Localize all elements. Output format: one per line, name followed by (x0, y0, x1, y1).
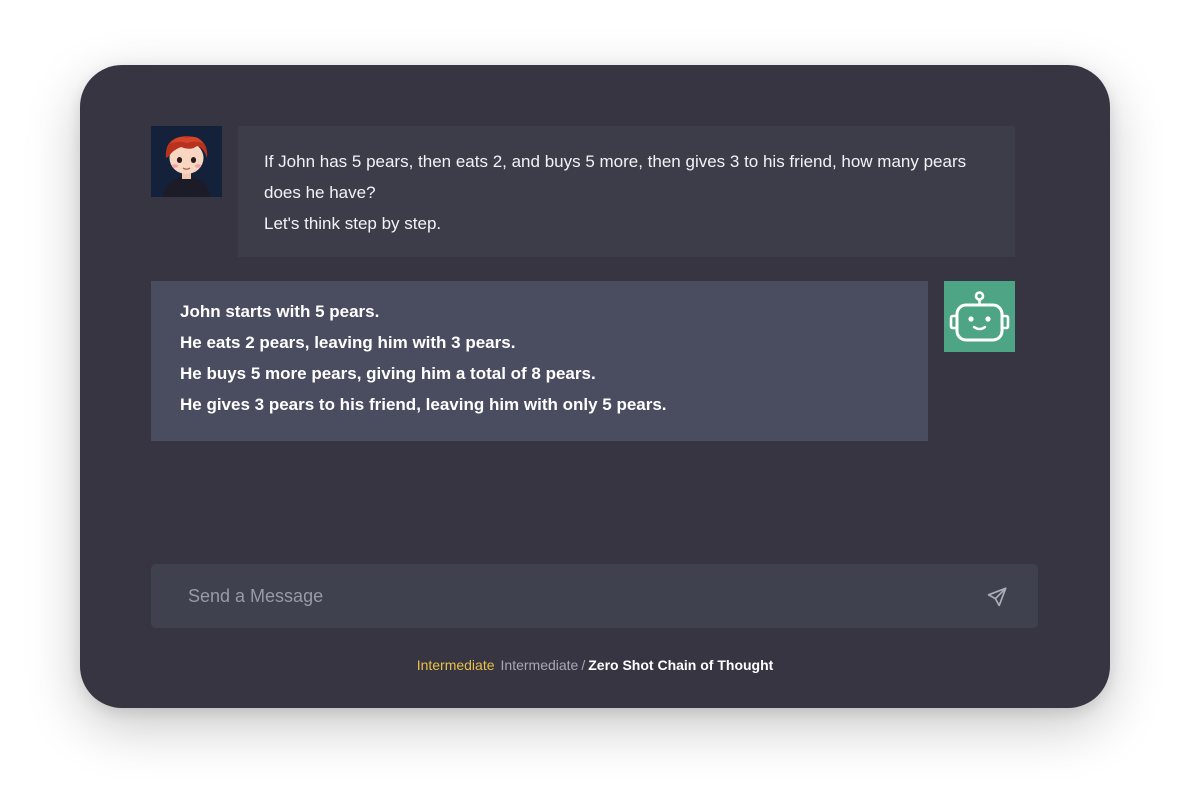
breadcrumb-separator: / (581, 657, 586, 673)
user-avatar (151, 126, 222, 197)
paper-plane-icon (987, 587, 1007, 607)
robot-icon (949, 291, 1010, 342)
user-message-line: Let's think step by step. (264, 214, 442, 233)
bot-message-bubble: John starts with 5 pears. He eats 2 pear… (151, 281, 928, 441)
bot-message-line: He buys 5 more pears, giving him a total… (180, 364, 596, 383)
user-message-bubble: If John has 5 pears, then eats 2, and bu… (238, 126, 1015, 257)
user-message-line: If John has 5 pears, then eats 2, and bu… (264, 152, 967, 202)
message-input[interactable] (151, 564, 971, 628)
bot-message-line: He gives 3 pears to his friend, leaving … (180, 395, 667, 414)
send-button[interactable] (984, 584, 1010, 610)
bot-avatar (944, 281, 1015, 352)
message-composer (151, 564, 1038, 628)
bot-message-line: John starts with 5 pears. (180, 302, 380, 321)
chat-card: If John has 5 pears, then eats 2, and bu… (80, 65, 1110, 708)
cartoon-boy-avatar-icon (151, 126, 222, 197)
breadcrumb-current: Zero Shot Chain of Thought (588, 657, 774, 673)
bot-message-line: He eats 2 pears, leaving him with 3 pear… (180, 333, 516, 352)
breadcrumb-parent-link[interactable]: Intermediate (501, 657, 579, 673)
level-badge: Intermediate (416, 657, 495, 673)
breadcrumb: Intermediate Intermediate / Zero Shot Chain… (80, 656, 1110, 674)
